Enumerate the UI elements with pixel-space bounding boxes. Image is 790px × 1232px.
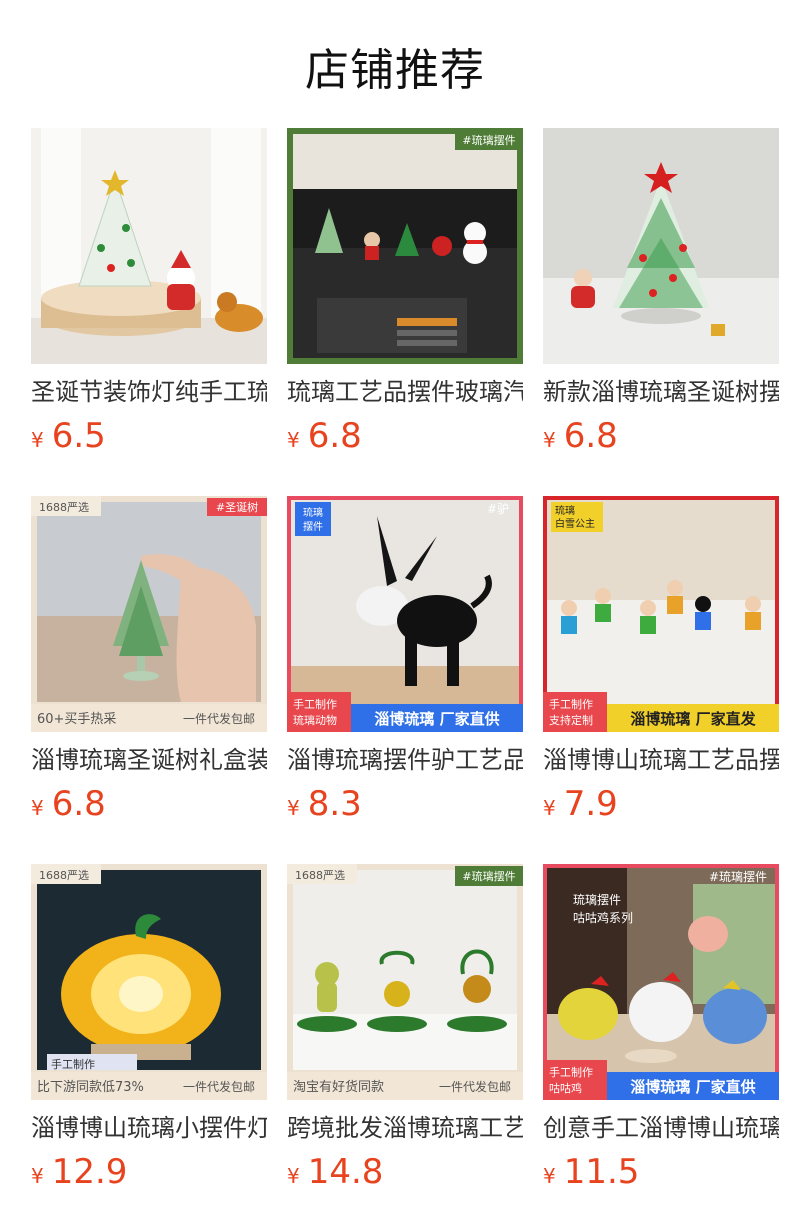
product-image[interactable]: 琉璃摆件 咕咕鸡系列 #琉璃摆件 手工制作 咕咕鸡 淄博琉璃 厂家直供	[543, 864, 779, 1100]
product-corner-badge-line1: 琉璃	[303, 506, 323, 519]
product-name[interactable]: 淄博琉璃摆件驴工艺品摆件	[287, 742, 523, 778]
product-name[interactable]: 淄博琉璃圣诞树礼盒装摆件	[31, 742, 267, 778]
product-photo-car-dashboard-ornaments: #琉璃摆件	[287, 128, 523, 364]
product-name[interactable]: 跨境批发淄博琉璃工艺品	[287, 1110, 523, 1146]
product-price: ¥ 7.9	[543, 784, 618, 828]
product-side-badge-line2: 琉璃动物	[293, 713, 337, 727]
product-image[interactable]: #琉璃摆件	[287, 128, 523, 364]
product-tag: #圣诞树	[216, 500, 258, 514]
product-photo-glass-christmas-tree-star	[543, 128, 779, 364]
product-bottom-left-badge: 比下游同款低73%	[37, 1080, 144, 1095]
product-bottom-right-badge: 一件代发包邮	[183, 1079, 255, 1094]
product-price: ¥ 11.5	[543, 1152, 639, 1196]
product-card[interactable]: 手工制作 1688严选 比下游同款低73% 一件代发包邮 淄博博山琉璃小摆件灯 …	[31, 864, 267, 1204]
product-price: ¥ 14.8	[287, 1152, 383, 1196]
product-corner-badge-line2: 白雪公主	[555, 517, 595, 530]
currency-symbol: ¥	[31, 428, 44, 452]
product-side-badge-line1: 手工制作	[549, 1065, 593, 1079]
product-bottom-right-badge: 一件代发包邮	[183, 711, 255, 726]
product-name[interactable]: 琉璃工艺品摆件玻璃汽车摆件	[287, 374, 523, 410]
currency-symbol: ¥	[31, 1164, 44, 1188]
product-corner-badge: 1688严选	[39, 869, 89, 882]
product-corner-badge: 1688严选	[39, 501, 89, 514]
price-value: 12.9	[51, 1152, 128, 1192]
currency-symbol: ¥	[543, 796, 556, 820]
product-photo-glass-christmas-tree	[31, 128, 267, 364]
product-image[interactable]: 琉璃 摆件 #驴 手工制作 琉璃动物 淄博琉璃 厂家直供	[287, 496, 523, 732]
product-name[interactable]: 圣诞节装饰灯纯手工琉璃摆件	[31, 374, 267, 410]
product-banner: 淄博琉璃 厂家直发	[630, 710, 756, 728]
price-value: 7.9	[563, 784, 618, 824]
product-price: ¥ 8.3	[287, 784, 362, 828]
product-corner-badge-line1: 琉璃	[555, 504, 575, 517]
product-card[interactable]: 1688严选 #圣诞树 60+买手热采 一件代发包邮 淄博琉璃圣诞树礼盒装摆件 …	[31, 496, 267, 836]
price-value: 8.3	[307, 784, 362, 824]
product-tag: #驴	[487, 501, 509, 516]
price-value: 6.8	[307, 416, 362, 456]
product-tag: #琉璃摆件	[709, 870, 767, 884]
product-price: ¥ 6.8	[287, 416, 362, 460]
product-sign: 手工制作	[51, 1057, 95, 1071]
product-vertical-text-1: 琉璃摆件	[573, 893, 621, 907]
product-photo-glass-donkey: 琉璃 摆件 #驴 手工制作 琉璃动物 淄博琉璃 厂家直供	[287, 496, 523, 732]
currency-symbol: ¥	[287, 428, 300, 452]
product-side-badge-line2: 支持定制	[549, 713, 593, 727]
product-card[interactable]: #琉璃摆件 琉璃工艺品摆件玻璃汽车摆件 ¥ 6.8	[287, 128, 523, 468]
product-name[interactable]: 创意手工淄博博山琉璃摆件	[543, 1110, 779, 1146]
product-side-badge-line2: 咕咕鸡	[549, 1081, 582, 1095]
product-price: ¥ 12.9	[31, 1152, 127, 1196]
product-image[interactable]: 1688严选 #圣诞树 60+买手热采 一件代发包邮	[31, 496, 267, 732]
product-card[interactable]: 琉璃 白雪公主 手工制作 支持定制 淄博琉璃 厂家直发 淄博博山琉璃工艺品摆件 …	[543, 496, 779, 836]
product-photo-hand-holding-glass-tree: 1688严选 #圣诞树 60+买手热采 一件代发包邮	[31, 496, 267, 732]
product-photo-glass-dwarf-figurines: 琉璃 白雪公主 手工制作 支持定制 淄博琉璃 厂家直发	[543, 496, 779, 732]
product-banner: 淄博琉璃 厂家直供	[374, 710, 499, 728]
product-card[interactable]: 琉璃 摆件 #驴 手工制作 琉璃动物 淄博琉璃 厂家直供 淄博琉璃摆件驴工艺品摆…	[287, 496, 523, 836]
product-image[interactable]	[31, 128, 267, 364]
product-image[interactable]: 手工制作 1688严选 比下游同款低73% 一件代发包邮	[31, 864, 267, 1100]
product-corner-badge: 1688严选	[295, 869, 345, 882]
page-title: 店铺推荐	[305, 45, 485, 96]
product-bottom-right-badge: 一件代发包邮	[439, 1079, 511, 1094]
currency-symbol: ¥	[31, 796, 44, 820]
currency-symbol: ¥	[287, 1164, 300, 1188]
product-price: ¥ 6.8	[543, 416, 618, 460]
currency-symbol: ¥	[543, 1164, 556, 1188]
product-bottom-left-badge: 60+买手热采	[37, 712, 116, 727]
price-value: 11.5	[563, 1152, 640, 1192]
product-card[interactable]: 1688严选 #琉璃摆件 淘宝有好货同款 一件代发包邮 跨境批发淄博琉璃工艺品 …	[287, 864, 523, 1204]
product-photo-glass-rooster-figurines: 琉璃摆件 咕咕鸡系列 #琉璃摆件 手工制作 咕咕鸡 淄博琉璃 厂家直供	[543, 864, 779, 1100]
product-price: ¥ 6.5	[31, 416, 106, 460]
product-card[interactable]: 新款淄博琉璃圣诞树摆件 ¥ 6.8	[543, 128, 779, 468]
product-banner: 淄博琉璃 厂家直供	[630, 1078, 755, 1096]
product-name[interactable]: 淄博博山琉璃工艺品摆件	[543, 742, 779, 778]
currency-symbol: ¥	[543, 428, 556, 452]
product-image[interactable]	[543, 128, 779, 364]
product-vertical-text-2: 咕咕鸡系列	[573, 910, 633, 925]
price-value: 6.8	[51, 784, 106, 824]
product-side-badge-line1: 手工制作	[293, 697, 337, 711]
currency-symbol: ¥	[287, 796, 300, 820]
product-bottom-left-badge: 淘宝有好货同款	[293, 1079, 384, 1095]
product-side-badge-line1: 手工制作	[549, 697, 593, 711]
price-value: 6.8	[563, 416, 618, 456]
product-tag: #琉璃摆件	[462, 133, 515, 147]
product-tag: #琉璃摆件	[462, 869, 515, 883]
price-value: 14.8	[307, 1152, 384, 1192]
product-image[interactable]: 琉璃 白雪公主 手工制作 支持定制 淄博琉璃 厂家直发	[543, 496, 779, 732]
product-card[interactable]: 琉璃摆件 咕咕鸡系列 #琉璃摆件 手工制作 咕咕鸡 淄博琉璃 厂家直供 创意手工…	[543, 864, 779, 1204]
product-name[interactable]: 新款淄博琉璃圣诞树摆件	[543, 374, 779, 410]
product-name[interactable]: 淄博博山琉璃小摆件灯	[31, 1110, 267, 1146]
product-photo-glass-frog-figurines: 1688严选 #琉璃摆件 淘宝有好货同款 一件代发包邮	[287, 864, 523, 1100]
price-value: 6.5	[51, 416, 106, 456]
product-photo-glass-pumpkin-lamp: 手工制作 1688严选 比下游同款低73% 一件代发包邮	[31, 864, 267, 1100]
product-image[interactable]: 1688严选 #琉璃摆件 淘宝有好货同款 一件代发包邮	[287, 864, 523, 1100]
product-card[interactable]: 圣诞节装饰灯纯手工琉璃摆件 ¥ 6.5	[31, 128, 267, 468]
product-corner-badge-line2: 摆件	[303, 520, 323, 533]
product-price: ¥ 6.8	[31, 784, 106, 828]
